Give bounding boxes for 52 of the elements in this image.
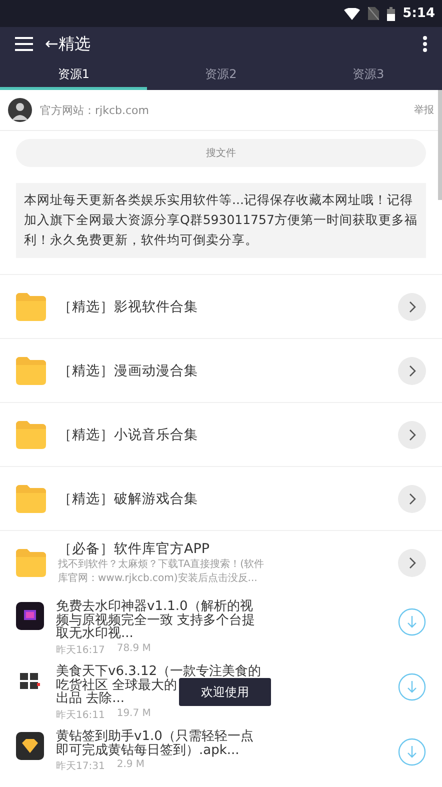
diamond-app-icon xyxy=(16,732,44,760)
toast: 欢迎使用 xyxy=(179,678,271,706)
folder-title[interactable]: ［必备］软件库官方APP xyxy=(58,540,386,558)
file-title-line[interactable]: 即可完成黄钻每日签到）.apk... xyxy=(56,744,240,758)
file-size: 78.9 M xyxy=(116,642,151,656)
avatar xyxy=(8,98,32,122)
file-title-line[interactable]: 美食天下v6.3.12（一款专注美食的 xyxy=(56,665,262,679)
file-size: 2.9 M xyxy=(116,759,145,772)
file-title-line[interactable]: 频与原视频完全一致 支持多个台提 xyxy=(56,614,256,628)
file-title-line[interactable]: 黄钻签到助手v1.0（只需轻轻一点 xyxy=(56,730,254,744)
file-size: 19.7 M xyxy=(116,708,151,721)
file-date: 昨天17:31 xyxy=(56,760,105,774)
folder-title[interactable]: ［精选］破解游戏合集 xyxy=(58,490,386,508)
folder-title[interactable]: ［精选］影视软件合集 xyxy=(58,298,386,316)
chevron-right-icon[interactable] xyxy=(398,356,426,384)
download-icon[interactable] xyxy=(398,608,426,636)
report-link[interactable]: 举报 xyxy=(414,103,434,117)
file-title-line[interactable]: 取无水印视... xyxy=(56,627,134,641)
file-date: 昨天16:11 xyxy=(56,708,105,722)
download-icon[interactable] xyxy=(398,738,426,766)
menu-icon[interactable] xyxy=(15,37,33,51)
more-icon[interactable] xyxy=(423,36,427,52)
folder-icon xyxy=(16,484,46,512)
status-time: 5:14 xyxy=(402,6,435,21)
folder-icon xyxy=(16,292,46,320)
search-field[interactable]: 搜文件 xyxy=(16,139,426,167)
download-icon[interactable] xyxy=(398,673,426,701)
file-title-line[interactable]: 吃货社区 全球最大的 xyxy=(56,678,178,692)
no-sim-icon xyxy=(368,7,379,20)
chevron-right-icon[interactable] xyxy=(398,292,426,320)
tab[interactable]: 资源3 xyxy=(294,61,442,90)
file-title-line[interactable]: 出品 去除... xyxy=(56,692,125,706)
folder-icon xyxy=(16,356,46,384)
file-title-line[interactable]: 免费去水印神器v1.1.0（解析的视 xyxy=(56,600,253,614)
site-label: 官方网站：rjkcb.com xyxy=(40,102,149,118)
folder-title[interactable]: ［精选］小说音乐合集 xyxy=(58,426,386,444)
notice-text: 本网址每天更新各类娱乐实用软件等...记得保存收藏本网址哦！记得加入旗下全网最大资源分享Q群593011757方便第一时间获取更多福利！永久免费更新，软件均可倒卖分享。 xyxy=(16,183,426,258)
folder-description: 找不到软件？太麻烦？下载TA直接搜索！(软件库官网：www.rjkcb.com)安装后点击没反... xyxy=(58,558,266,585)
battery-icon xyxy=(386,6,395,20)
app-icon xyxy=(16,602,44,630)
chevron-right-icon[interactable] xyxy=(398,420,426,448)
chevron-right-icon[interactable] xyxy=(398,484,426,512)
tab[interactable]: 资源1 xyxy=(0,61,148,90)
folder-title[interactable]: ［精选］漫画动漫合集 xyxy=(58,362,386,380)
folder-icon xyxy=(16,420,46,448)
file-date: 昨天16:17 xyxy=(56,644,105,657)
scrollbar[interactable] xyxy=(438,90,442,200)
folder-icon xyxy=(16,548,46,576)
page-title: ←精选 xyxy=(45,34,90,54)
chevron-right-icon[interactable] xyxy=(398,548,426,576)
wifi-icon xyxy=(344,8,360,20)
tab[interactable]: 资源2 xyxy=(147,61,295,90)
